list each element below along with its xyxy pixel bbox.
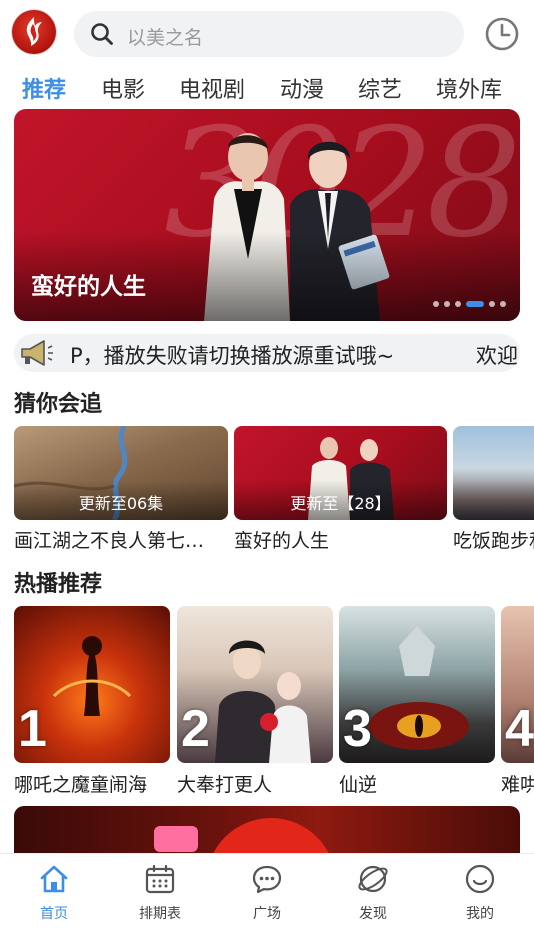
history-clock-icon[interactable]	[484, 16, 520, 52]
search-placeholder: 以美之名	[127, 27, 204, 49]
promo-art	[206, 818, 336, 856]
smile-face-icon	[465, 864, 495, 894]
pagination-dot	[444, 301, 450, 307]
nav-label: 我的	[466, 906, 494, 922]
bottom-navigation: 首页 排期表 广场 发现 我的	[0, 853, 534, 928]
chat-bubble-icon	[252, 865, 282, 894]
megaphone-icon	[21, 340, 53, 366]
search-bar[interactable]: 以美之名	[74, 11, 464, 57]
hot-card-title[interactable]: 哪吒之魔童闹海	[14, 770, 170, 797]
rank-number: 3	[343, 700, 372, 758]
app-logo[interactable]	[12, 10, 56, 54]
banner-pagination	[433, 301, 506, 307]
nav-label: 发现	[359, 906, 387, 922]
category-tabs: 推荐 电影 电视剧 动漫 综艺 境外库	[0, 68, 534, 108]
rank-number: 4	[505, 700, 534, 758]
nav-discover[interactable]: 发现	[333, 854, 413, 928]
nav-label: 排期表	[139, 906, 181, 922]
section-title-hot: 热播推荐	[14, 572, 103, 597]
notice-bar[interactable]: P，播放失败请切换播放源重试哦~ 欢迎	[14, 334, 520, 372]
card-shade	[453, 480, 534, 520]
top-bar: 以美之名	[0, 0, 534, 68]
guess-card-title[interactable]: 吃饭跑步和	[453, 526, 534, 553]
update-badge: 更新至【28】	[290, 494, 391, 513]
tab-anime[interactable]: 动漫	[280, 72, 324, 104]
calendar-icon	[145, 864, 175, 894]
nav-schedule[interactable]: 排期表	[120, 854, 200, 928]
section-title-guess: 猜你会追	[14, 392, 103, 417]
guess-card-3[interactable]	[453, 426, 534, 520]
tab-recommend[interactable]: 推荐	[22, 72, 66, 104]
tab-variety[interactable]: 综艺	[358, 72, 402, 104]
rank-number: 1	[18, 700, 47, 758]
nav-label: 广场	[253, 906, 281, 922]
guess-card-title[interactable]: 蛮好的人生	[234, 526, 447, 553]
banner-title: 蛮好的人生	[31, 274, 146, 300]
promo-banner[interactable]	[14, 806, 520, 856]
pagination-dot	[500, 301, 506, 307]
planet-icon	[358, 865, 388, 893]
nav-square[interactable]: 广场	[227, 854, 307, 928]
tab-movie[interactable]: 电影	[101, 72, 145, 104]
hot-card-3[interactable]: 3	[339, 606, 495, 763]
notice-text: P，播放失败请切换播放源重试哦~	[70, 344, 395, 368]
tab-overseas[interactable]: 境外库	[436, 72, 502, 104]
hot-card-title[interactable]: 难哄	[501, 770, 534, 797]
hot-card-2[interactable]: 2	[177, 606, 333, 763]
home-icon	[40, 865, 68, 893]
guess-card-title[interactable]: 画江湖之不良人第七…	[14, 526, 228, 553]
hero-banner[interactable]: 3028 蛮好的人生	[14, 109, 520, 321]
update-badge: 更新至06集	[78, 494, 164, 513]
nav-home[interactable]: 首页	[14, 854, 94, 928]
flame-logo-icon	[26, 17, 42, 46]
guess-card-1[interactable]: 更新至06集	[14, 426, 228, 520]
hot-card-title[interactable]: 仙逆	[339, 770, 495, 797]
pagination-dot	[433, 301, 439, 307]
tab-tv-series[interactable]: 电视剧	[179, 72, 245, 104]
hot-card-4[interactable]: 4	[501, 606, 534, 763]
hot-card-1[interactable]: 1	[14, 606, 170, 763]
search-icon	[91, 23, 113, 45]
nav-mine[interactable]: 我的	[440, 854, 520, 928]
pagination-dot-active	[466, 301, 484, 307]
rank-number: 2	[181, 700, 210, 758]
pagination-dot	[489, 301, 495, 307]
pagination-dot	[455, 301, 461, 307]
guess-card-2[interactable]: 更新至【28】	[234, 426, 447, 520]
hot-card-title[interactable]: 大奉打更人	[177, 770, 333, 797]
live-tag-icon	[154, 826, 198, 852]
notice-text-tail: 欢迎	[476, 344, 518, 368]
nav-label: 首页	[40, 906, 68, 922]
